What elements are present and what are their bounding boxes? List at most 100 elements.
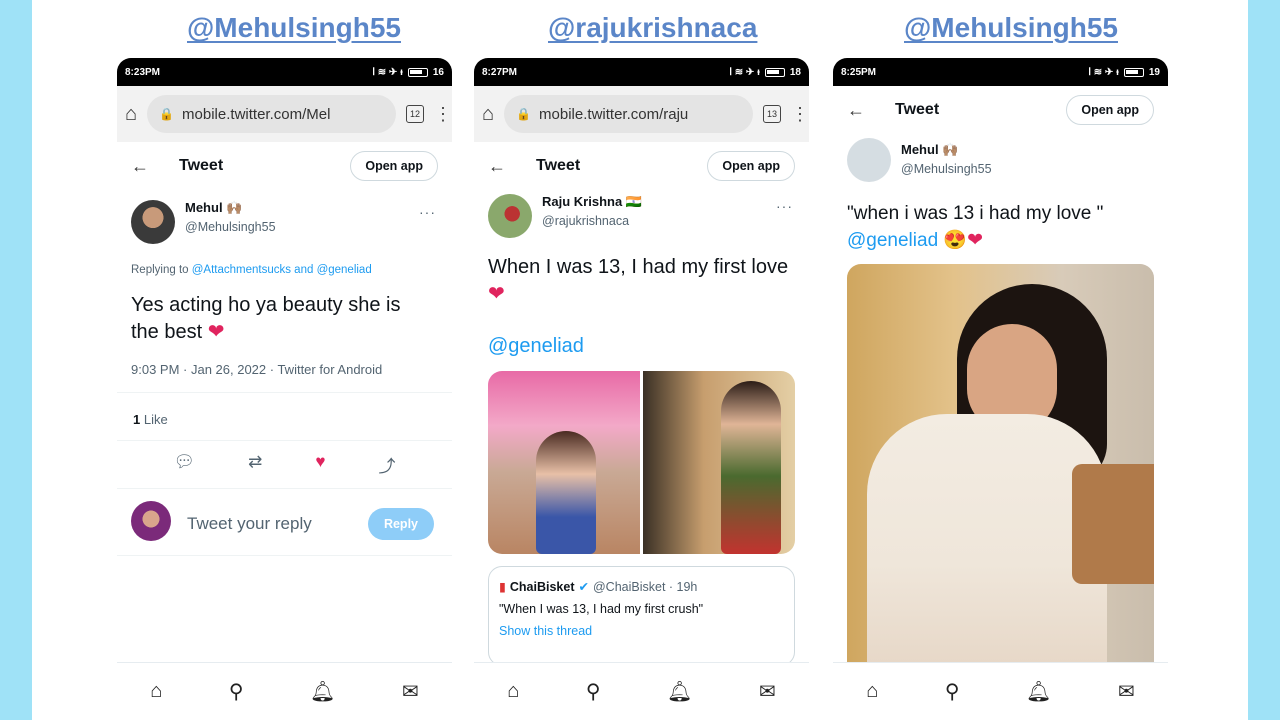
show-thread-link[interactable]: Show this thread (499, 624, 784, 638)
home-icon[interactable]: ⌂ (507, 680, 519, 703)
search-icon[interactable]: ⚲ (945, 679, 960, 704)
tweet-text: "when i was 13 i had my love " @geneliad… (847, 203, 1104, 251)
quoted-author-name: ChaiBisket (509, 579, 575, 594)
browser-toolbar: ⌂ 🔒 mobile.twitter.com/Mel 12 ⋮ (117, 86, 452, 142)
battery-level: 18 (789, 66, 801, 78)
collage-board: @Mehulsingh55 @rajukrishnaca @Mehulsingh… (32, 0, 1248, 720)
status-time: 8:27PM (482, 66, 518, 78)
avatar[interactable] (488, 194, 532, 238)
reply-input[interactable]: Tweet your reply (187, 514, 312, 534)
tweet-header-title: Tweet (179, 157, 224, 174)
address-bar[interactable]: 🔒 mobile.twitter.com/Mel (147, 95, 396, 133)
tweet-text: When I was 13, I had my first love ❤ (488, 254, 788, 308)
search-icon[interactable]: ⚲ (229, 679, 244, 704)
browser-toolbar: ⌂ 🔒 mobile.twitter.com/raju 13 ⋮ (474, 86, 809, 142)
battery-icon (764, 67, 785, 77)
bottom-navbar: ⌂ ⚲ 🔔︎ ✉ (833, 662, 1168, 720)
quoted-tweet-header: ▮ ChaiBisket ✔ @ChaiBisket · 19h (499, 579, 784, 595)
author-handle: @Mehulsingh55 (185, 220, 276, 234)
likes-count[interactable]: 1 Like (133, 412, 168, 427)
author-name: Mehul 🙌🏽 (901, 142, 959, 157)
divider (117, 440, 452, 441)
phone-screenshot-1: 8:23PM ߊ ≋ ✈ ᵻ 16 ⌂ 🔒 mobile.twitter.com… (117, 58, 452, 720)
tweet-text: Yes acting ho ya beauty she is the best … (131, 294, 401, 343)
back-arrow-icon[interactable]: ← (847, 100, 865, 121)
bell-icon[interactable]: 🔔︎ (310, 679, 335, 704)
divider (117, 555, 452, 556)
divider (117, 392, 452, 393)
home-icon[interactable]: ⌂ (150, 680, 162, 703)
chai-logo-icon: ▮ (499, 580, 506, 594)
bell-icon[interactable]: 🔔︎ (1026, 679, 1051, 704)
mail-icon[interactable]: ✉ (1118, 679, 1135, 704)
quoted-tweet[interactable]: ▮ ChaiBisket ✔ @ChaiBisket · 19h "When I… (488, 566, 795, 666)
status-bar: 8:25PM ߊ ≋ ✈ ᵻ 19 (833, 58, 1168, 86)
status-icons: ߊ ≋ ✈ ᵻ 19 (1088, 66, 1160, 78)
avatar-placeholder[interactable] (847, 138, 891, 182)
tabs-button[interactable]: 12 (406, 105, 424, 123)
mail-icon[interactable]: ✉ (402, 679, 419, 704)
mention-link[interactable]: @geneliad (847, 230, 938, 251)
home-icon[interactable]: ⌂ (125, 103, 137, 126)
home-icon[interactable]: ⌂ (482, 103, 494, 126)
tweet-image-grid[interactable] (488, 371, 795, 554)
bottom-navbar: ⌂ ⚲ 🔔︎ ✉ (117, 662, 452, 720)
menu-icon[interactable]: ⋮ (791, 104, 809, 125)
quoted-text: "When I was 13, I had my first crush" (499, 602, 704, 616)
menu-icon[interactable]: ⋮ (434, 104, 452, 125)
tweet-meta: 9:03 PM · Jan 26, 2022 · Twitter for And… (131, 362, 383, 377)
author-name: Raju Krishna 🇮🇳 (542, 194, 642, 209)
bell-icon[interactable]: 🔔︎ (667, 679, 692, 704)
status-icons: ߊ ≋ ✈ ᵻ 16 (372, 66, 444, 78)
tweet-header-title: Tweet (895, 101, 940, 118)
avatar[interactable] (131, 200, 175, 244)
home-icon[interactable]: ⌂ (866, 680, 878, 703)
url-text: mobile.twitter.com/raju (539, 105, 689, 123)
back-arrow-icon[interactable]: ← (488, 156, 506, 177)
liked-heart-icon[interactable]: ♥ (315, 452, 325, 477)
url-text: mobile.twitter.com/Mel (182, 105, 331, 123)
open-app-button[interactable]: Open app (350, 151, 438, 181)
mail-icon[interactable]: ✉ (759, 679, 776, 704)
tweet-image[interactable] (847, 264, 1154, 664)
share-icon[interactable]: ⤴ (378, 452, 395, 477)
tweet-image-left[interactable] (488, 371, 640, 554)
handle-caption-3: @Mehulsingh55 (904, 12, 1118, 43)
back-arrow-icon[interactable]: ← (131, 156, 149, 177)
heart-emoji: ❤ (488, 283, 505, 305)
tweet-author[interactable]: Raju Krishna 🇮🇳 @rajukrishnaca (488, 194, 642, 238)
open-app-button[interactable]: Open app (707, 151, 795, 181)
mention-link[interactable]: @geneliad (488, 335, 584, 358)
tweet-author[interactable]: Mehul 🙌🏽 @Mehulsingh55 (847, 138, 992, 182)
lock-icon: 🔒 (516, 107, 532, 121)
verified-badge-icon: ✔ (578, 580, 589, 594)
more-options-icon[interactable]: ··· (419, 204, 436, 220)
retweet-icon[interactable]: ⇄ (248, 452, 262, 477)
search-icon[interactable]: ⚲ (586, 679, 601, 704)
open-app-button[interactable]: Open app (1066, 95, 1154, 125)
tweet-header: ← Tweet Open app (474, 142, 809, 190)
tweet-header-title: Tweet (536, 157, 581, 174)
reply-avatar (131, 501, 171, 541)
battery-icon (1123, 67, 1144, 77)
tweet-header: ← Tweet Open app (833, 86, 1168, 134)
more-options-icon[interactable]: ··· (776, 198, 793, 214)
status-time: 8:23PM (125, 66, 161, 78)
handle-caption-1: @Mehulsingh55 (187, 12, 401, 43)
emoji: 😍❤ (943, 230, 983, 251)
battery-level: 19 (1148, 66, 1160, 78)
bottom-navbar: ⌂ ⚲ 🔔︎ ✉ (474, 662, 809, 720)
tweet-header: ← Tweet Open app (117, 142, 452, 190)
tweet-author[interactable]: Mehul 🙌🏽 @Mehulsingh55 (131, 200, 276, 244)
reply-button[interactable]: Reply (367, 508, 434, 540)
replying-to-link[interactable]: @Attachmentsucks and @geneliad (192, 264, 372, 276)
status-time: 8:25PM (841, 66, 877, 78)
phone-screenshot-3: 8:25PM ߊ ≋ ✈ ᵻ 19 ← Tweet Open app Mehul… (833, 58, 1168, 720)
lock-icon: 🔒 (159, 107, 175, 121)
address-bar[interactable]: 🔒 mobile.twitter.com/raju (504, 95, 753, 133)
tweet-image-right[interactable] (643, 371, 795, 554)
reply-icon[interactable]: 💬︎ (174, 452, 196, 477)
tabs-button[interactable]: 13 (763, 105, 781, 123)
divider (117, 488, 452, 489)
quoted-author-handle: @ChaiBisket · 19h (592, 579, 698, 594)
